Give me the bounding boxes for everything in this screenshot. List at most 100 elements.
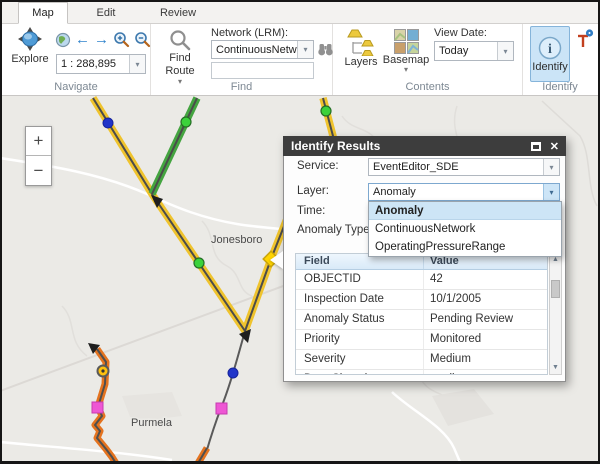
table-row: OBJECTID 42 xyxy=(296,270,547,290)
scale-dropdown-icon[interactable]: ▾ xyxy=(129,55,145,73)
explore-button[interactable]: Explore xyxy=(8,27,52,65)
table-row: Priority Monitored xyxy=(296,330,547,350)
field-cell: OBJECTID xyxy=(296,270,424,289)
group-find: Find Route ▾ Network (LRM): ContinuousNe… xyxy=(151,24,333,95)
close-icon[interactable]: ✕ xyxy=(550,140,559,153)
pink-square-marker[interactable] xyxy=(92,402,103,413)
back-arrow-icon[interactable]: ← xyxy=(75,32,90,48)
dialog-callout-pointer xyxy=(270,251,283,269)
app-window: Map Edit Review Explore xyxy=(0,0,600,464)
network-lrm-label: Network (LRM): xyxy=(211,27,288,39)
explore-compass-icon xyxy=(15,27,45,53)
layer-label: Layer: xyxy=(297,185,329,197)
value-cell: 42 xyxy=(424,270,547,289)
tab-map[interactable]: Map xyxy=(18,2,68,24)
find-route-magnifier-icon xyxy=(168,28,192,52)
field-cell: Anomaly Status xyxy=(296,310,424,329)
service-dropdown-icon[interactable]: ▾ xyxy=(543,159,559,175)
basemap-caret-icon: ▾ xyxy=(404,66,408,73)
green-point-marker[interactable] xyxy=(321,106,331,116)
value-cell: 10/1/2005 xyxy=(424,290,547,309)
dropdown-option-anomaly[interactable]: Anomaly xyxy=(369,202,561,220)
table-row: Severity Medium xyxy=(296,350,547,370)
zoom-in-icon[interactable] xyxy=(113,31,130,48)
layers-button[interactable]: Layers xyxy=(342,29,380,68)
layers-icon xyxy=(347,29,375,56)
svg-text:i: i xyxy=(548,42,552,57)
identify-results-dialog: Identify Results ✕ Service: EventEditor_… xyxy=(283,136,566,382)
layer-dropdown-list: Anomaly ContinuousNetwork OperatingPress… xyxy=(368,201,562,257)
map-canvas[interactable]: Jonesboro Purmela + − Identify Results ✕… xyxy=(2,96,598,461)
field-cell: Priority xyxy=(296,330,424,349)
ribbon: Map Edit Review Explore xyxy=(2,2,598,96)
table-row: Inspection Date 10/1/2005 xyxy=(296,290,547,310)
group-contents: Layers Basemap ▾ View Date: xyxy=(333,24,523,95)
explore-label: Explore xyxy=(11,53,48,65)
map-zoom-in-button[interactable]: + xyxy=(26,127,51,156)
value-cell: <null> xyxy=(424,370,547,375)
view-date-dropdown-icon[interactable]: ▾ xyxy=(497,42,513,60)
green-point-marker[interactable] xyxy=(181,117,191,127)
find-route-input[interactable] xyxy=(211,62,314,79)
network-dropdown-icon[interactable]: ▾ xyxy=(297,41,313,58)
pink-square-marker[interactable] xyxy=(216,403,227,414)
find-group-label: Find xyxy=(151,81,332,93)
scale-combobox[interactable]: 1 : 288,895 ▾ xyxy=(56,54,146,74)
contents-group-label: Contents xyxy=(333,81,522,93)
blue-point-marker[interactable] xyxy=(228,368,238,378)
field-cell: Severity xyxy=(296,350,424,369)
blue-point-marker[interactable] xyxy=(103,118,113,128)
network-value: ContinuousNetwork xyxy=(212,44,297,56)
dialog-titlebar[interactable]: Identify Results ✕ xyxy=(283,136,566,156)
table-scrollbar[interactable]: ▲ ▼ xyxy=(549,253,562,375)
layer-value: Anomaly xyxy=(369,186,543,198)
layer-dropdown-icon[interactable]: ▾ xyxy=(543,184,559,200)
binoculars-icon[interactable] xyxy=(317,42,334,57)
field-cell: Date Closed xyxy=(296,370,424,375)
zoom-out-icon[interactable] xyxy=(134,31,151,48)
value-cell: Pending Review xyxy=(424,310,547,329)
identify-info-icon: i xyxy=(537,35,563,61)
basemap-button[interactable]: Basemap ▾ xyxy=(384,29,428,73)
dropdown-option-continuousnetwork[interactable]: ContinuousNetwork xyxy=(369,220,561,238)
time-label: Time: xyxy=(297,205,325,217)
green-point-marker[interactable] xyxy=(194,258,204,268)
value-cell: Monitored xyxy=(424,330,547,349)
maximize-icon[interactable] xyxy=(531,142,541,151)
scrollbar-thumb[interactable] xyxy=(551,280,560,298)
view-date-combobox[interactable]: Today ▾ xyxy=(434,41,514,61)
layer-combobox[interactable]: Anomaly ▾ xyxy=(368,183,560,201)
network-combobox[interactable]: ContinuousNetwork ▾ xyxy=(211,40,314,59)
view-date-value: Today xyxy=(435,45,497,57)
identify-button[interactable]: i Identify xyxy=(530,26,570,82)
table-row: Date Closed <null> xyxy=(296,370,547,375)
service-value: EventEditor_SDE xyxy=(369,161,543,173)
basemap-icon xyxy=(394,29,419,54)
tab-review[interactable]: Review xyxy=(148,2,208,24)
route-gray[interactable] xyxy=(206,331,245,453)
route-green-casing xyxy=(152,98,197,194)
layers-label: Layers xyxy=(344,56,377,68)
scrollbar-down-icon[interactable]: ▼ xyxy=(550,362,561,374)
map-zoom-out-button[interactable]: − xyxy=(26,156,51,185)
group-identify: i Identify Identify xyxy=(523,24,597,95)
dropdown-option-operatingpressurerange[interactable]: OperatingPressureRange xyxy=(369,238,561,256)
field-cell: Inspection Date xyxy=(296,290,424,309)
view-date-label: View Date: xyxy=(434,27,487,39)
town-label-jonesboro: Jonesboro xyxy=(211,234,262,246)
ribbon-tabs: Map Edit Review xyxy=(2,2,598,24)
full-extent-globe-icon[interactable] xyxy=(55,32,71,48)
town-label-purmela: Purmela xyxy=(131,417,173,429)
find-route-button[interactable]: Find Route ▾ xyxy=(159,28,201,85)
identify-group-label: Identify xyxy=(523,81,597,93)
tab-edit[interactable]: Edit xyxy=(80,2,132,24)
service-combobox[interactable]: EventEditor_SDE ▾ xyxy=(368,158,560,176)
navigate-group-label: Navigate xyxy=(2,81,150,93)
group-navigate: Explore ← → xyxy=(2,24,151,95)
yellow-ring-marker-dot xyxy=(101,369,104,372)
value-cell: Medium xyxy=(424,350,547,369)
anomaly-type-label: Anomaly Type: xyxy=(297,224,373,236)
scale-value: 1 : 288,895 xyxy=(57,58,129,70)
identify-route-icon[interactable] xyxy=(575,29,595,49)
forward-arrow-icon[interactable]: → xyxy=(94,32,109,48)
